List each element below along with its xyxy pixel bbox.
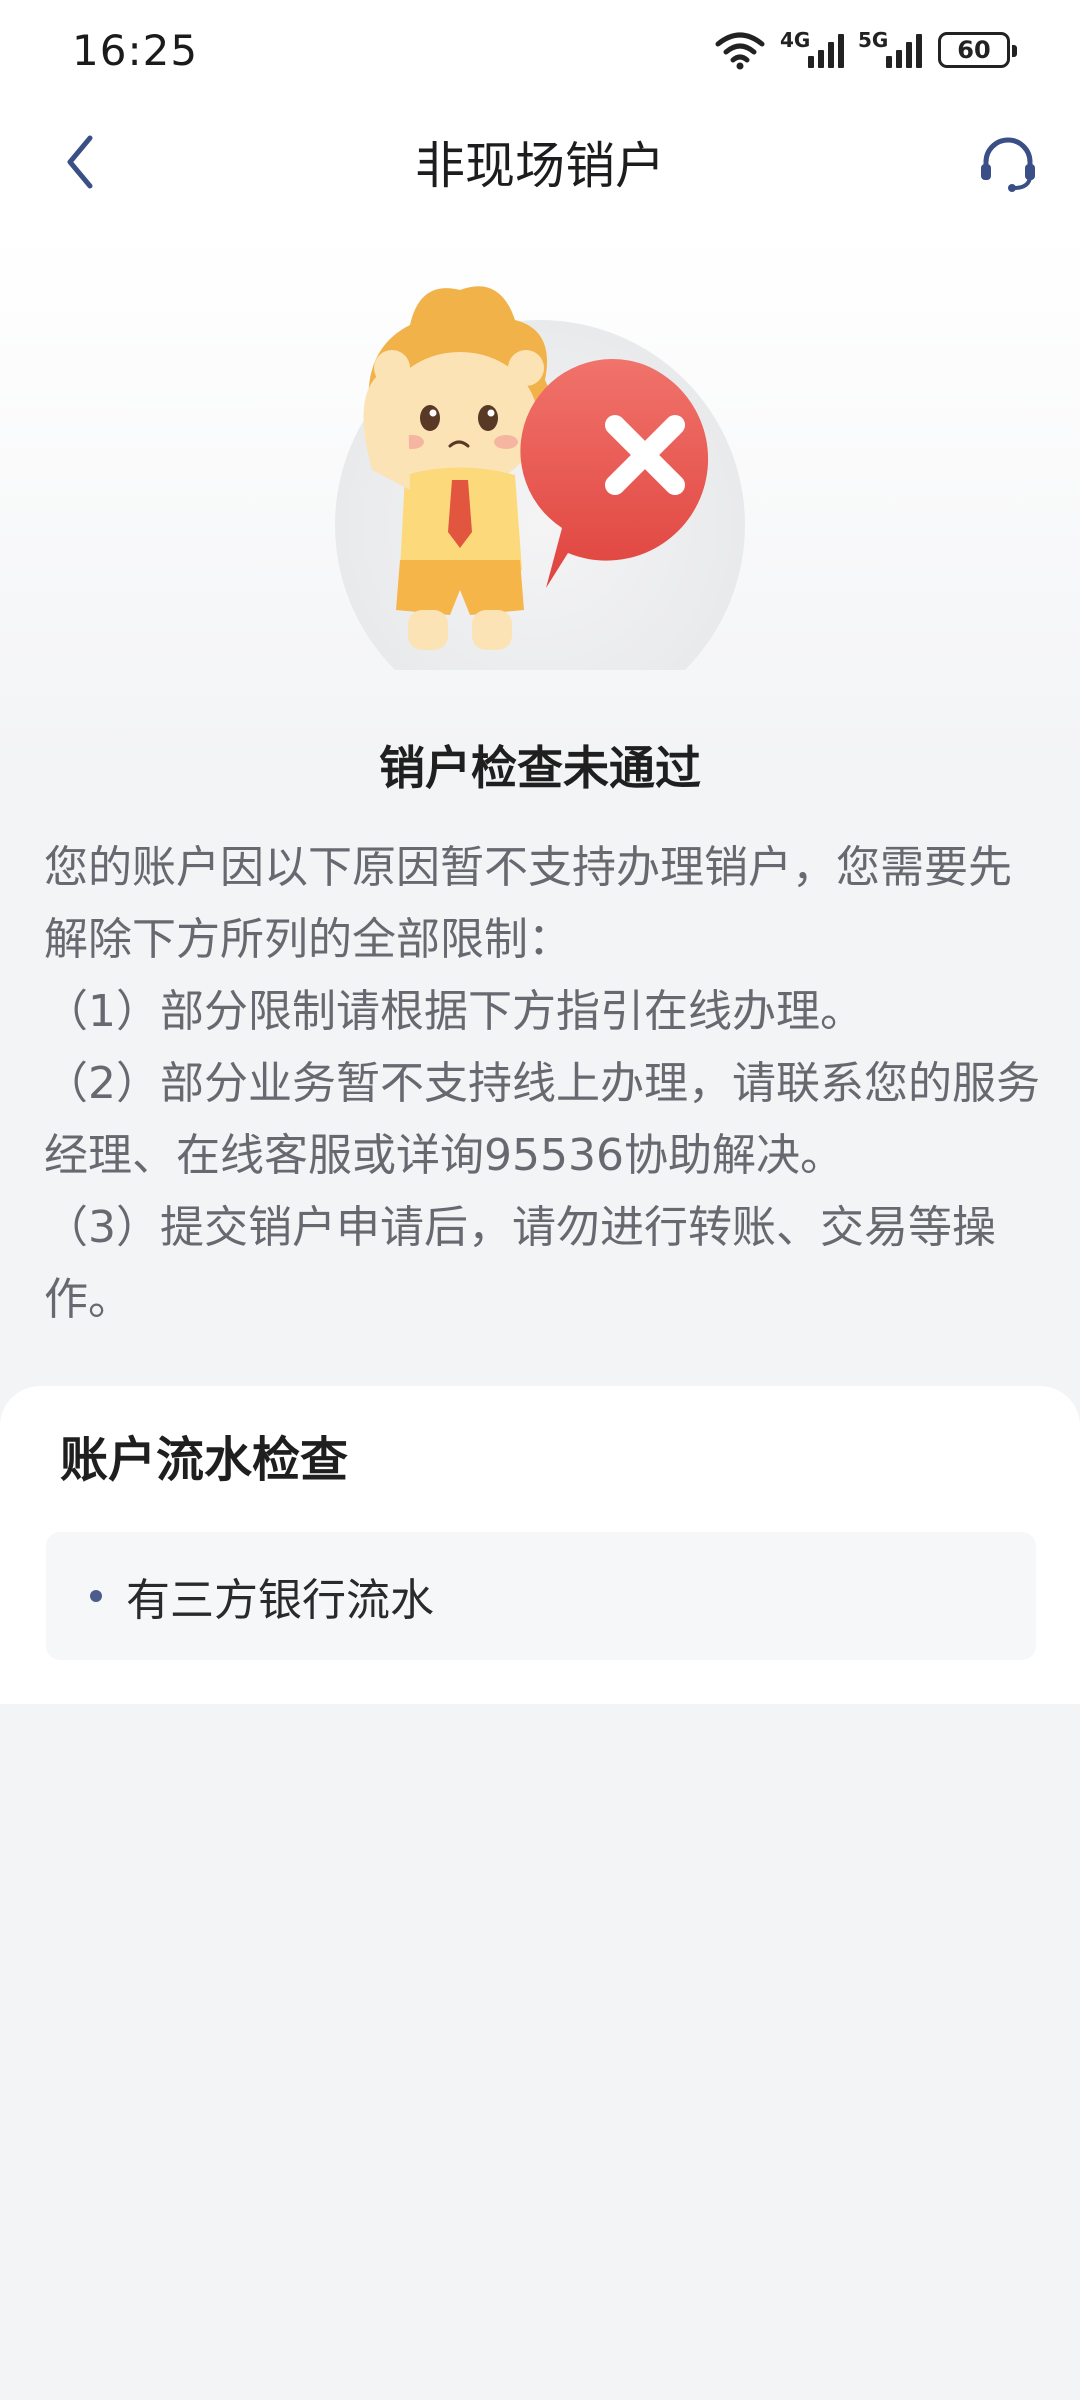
description-line: 您的账户因以下原因暂不支持办理销户，您需要先解除下方所列的全部限制：	[44, 842, 1012, 965]
account-flow-check-card: 账户流水检查 有三方银行流水	[0, 1386, 1080, 1704]
description-line: （1）部分限制请根据下方指引在线办理。	[44, 986, 864, 1037]
battery-icon: 60	[938, 32, 1017, 68]
description-line: （3）提交销户申请后，请勿进行转账、交易等操作。	[44, 1202, 996, 1325]
signal-4g: 4G	[780, 28, 844, 68]
list-item[interactable]: 有三方银行流水	[46, 1532, 1036, 1660]
signal-4g-label: 4G	[780, 28, 811, 52]
result-title: 销户检查未通过	[379, 741, 701, 795]
status-bar: 16:25 4G 5G 60	[0, 0, 1080, 100]
status-time: 16:25	[72, 26, 199, 75]
nav-bar: 非现场销户	[0, 100, 1080, 220]
description-line: （2）部分业务暂不支持线上办理，请联系您的服务经理、在线客服或详询95536协助…	[44, 1058, 1040, 1181]
headset-icon	[981, 137, 1035, 192]
bullet-icon	[90, 1590, 102, 1602]
error-illustration	[335, 286, 745, 670]
signal-bars-icon	[886, 32, 922, 68]
list-item-label: 有三方银行流水	[126, 1575, 434, 1626]
signal-5g-label: 5G	[858, 28, 889, 52]
result-description: 您的账户因以下原因暂不支持办理销户，您需要先解除下方所列的全部限制： （1）部分…	[44, 832, 1044, 1336]
card-title: 账户流水检查	[60, 1432, 349, 1488]
signal-5g: 5G	[858, 28, 922, 68]
screen: 16:25 4G 5G 60 非现场销户 销户检查未通过 您的账户因以下原因暂不…	[0, 0, 1080, 2400]
battery-level: 60	[957, 36, 991, 64]
page-title: 非现场销户	[415, 137, 665, 195]
customer-service-button[interactable]	[966, 120, 1050, 204]
status-icons: 4G 5G 60	[714, 28, 1017, 72]
signal-bars-icon	[808, 32, 844, 68]
wifi-icon	[715, 32, 765, 70]
